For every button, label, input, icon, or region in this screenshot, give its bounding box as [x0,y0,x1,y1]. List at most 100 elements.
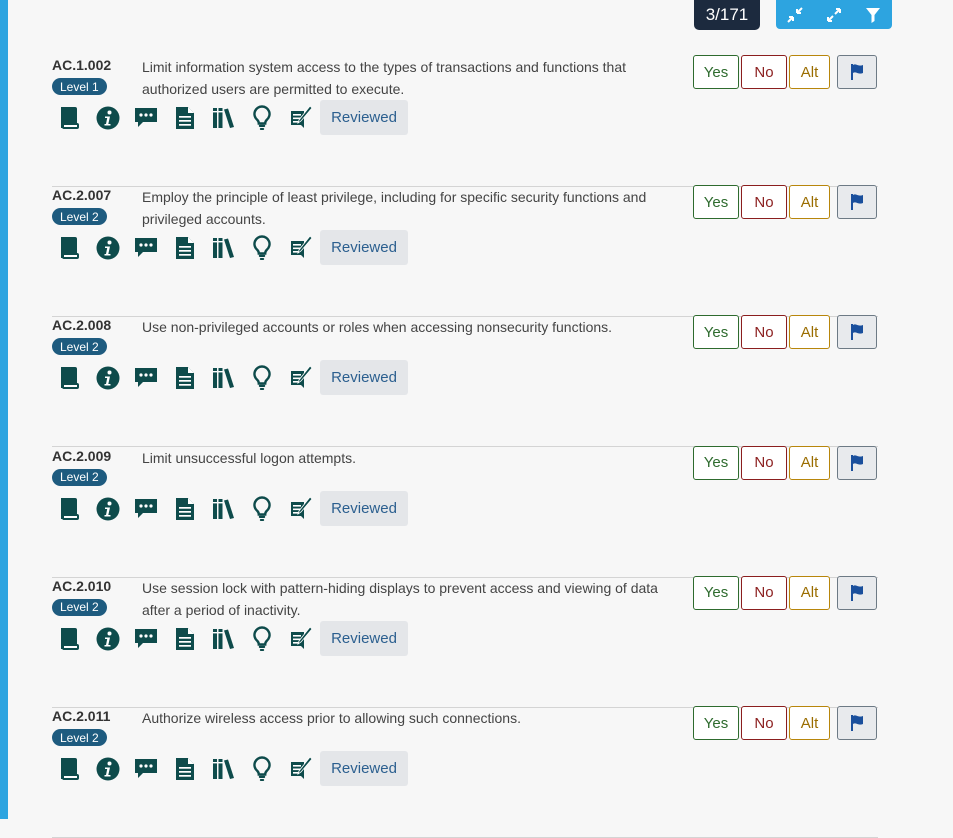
collapse-all-icon[interactable] [780,3,810,27]
flag-button[interactable] [837,706,877,740]
answer-group: Yes No Alt [693,575,830,610]
answer-group: Yes No Alt [693,706,830,740]
references-icon[interactable] [211,105,237,131]
reviewed-button[interactable]: Reviewed [320,490,408,526]
yes-button[interactable]: Yes [693,55,739,89]
info-icon[interactable] [95,235,121,261]
yes-button[interactable]: Yes [693,575,739,610]
toolbar-group [776,0,892,29]
lightbulb-icon[interactable] [249,365,275,391]
flag-icon [851,715,863,731]
no-button[interactable]: No [741,55,787,89]
info-icon[interactable] [95,105,121,131]
book-icon[interactable] [56,105,82,131]
flag-button[interactable] [837,185,877,220]
flag-icon [851,584,863,601]
book-icon[interactable] [56,235,82,261]
question-id: AC.1.002 [52,57,112,73]
notes-icon[interactable] [288,495,314,522]
question-icon-row [56,365,327,391]
flag-button[interactable] [837,575,877,610]
document-icon[interactable] [172,365,198,391]
references-icon[interactable] [211,756,237,782]
yes-button[interactable]: Yes [693,445,739,480]
answer-group: Yes No Alt [693,445,830,480]
lightbulb-icon[interactable] [249,626,275,652]
reviewed-button[interactable]: Reviewed [320,360,408,396]
reviewed-button[interactable]: Reviewed [320,751,408,786]
comments-icon[interactable] [133,235,159,261]
alt-button[interactable]: Alt [789,185,830,220]
lightbulb-icon[interactable] [249,235,275,261]
question-item: AC.2.009 Level 2 Limit unsuccessful logo… [52,445,878,578]
no-button[interactable]: No [741,315,787,350]
flag-icon [851,324,863,341]
references-icon[interactable] [211,365,237,391]
level-badge: Level 2 [52,208,107,226]
question-id: AC.2.008 [52,317,112,334]
question-item: AC.2.008 Level 2 Use non-privileged acco… [52,315,878,448]
question-text: Limit unsuccessful logon attempts. [142,449,356,466]
notes-icon[interactable] [288,235,314,261]
reviewed-button[interactable]: Reviewed [320,620,408,656]
comments-icon[interactable] [133,365,159,391]
references-icon[interactable] [211,235,237,261]
book-icon[interactable] [56,496,82,522]
notes-icon[interactable] [288,626,314,652]
alt-button[interactable]: Alt [789,575,830,610]
flag-button[interactable] [837,55,877,89]
book-icon[interactable] [56,365,82,391]
alt-button[interactable]: Alt [789,315,830,350]
info-icon[interactable] [95,365,121,391]
alt-button[interactable]: Alt [789,55,830,89]
lightbulb-icon[interactable] [249,756,275,782]
answer-group: Yes No Alt [693,55,830,89]
yes-button[interactable]: Yes [693,185,739,220]
flag-button[interactable] [837,315,877,350]
lightbulb-icon[interactable] [249,495,275,522]
comments-icon[interactable] [133,756,159,782]
alt-button[interactable]: Alt [789,445,830,480]
info-icon[interactable] [95,626,121,652]
flag-icon [851,454,863,471]
document-icon[interactable] [172,235,198,261]
question-item: AC.2.007 Level 2 Employ the principle of… [52,185,878,318]
question-item: AC.2.010 Level 2 Use session lock with p… [52,575,878,708]
info-icon[interactable] [95,496,121,522]
question-text: Employ the principle of least privilege,… [142,189,647,228]
answer-group: Yes No Alt [693,185,830,220]
question-text: Use session lock with pattern-hiding dis… [142,579,658,618]
document-icon[interactable] [172,756,198,782]
notes-icon[interactable] [288,365,314,391]
question-id: AC.2.010 [52,577,112,594]
comments-icon[interactable] [133,626,159,652]
answer-group: Yes No Alt [693,315,830,350]
document-icon[interactable] [172,496,198,522]
book-icon[interactable] [56,626,82,652]
notes-icon[interactable] [288,756,314,782]
document-icon[interactable] [172,105,198,131]
question-text: Authorize wireless access prior to allow… [142,710,521,726]
notes-icon[interactable] [288,105,314,131]
reviewed-button[interactable]: Reviewed [320,100,408,135]
filter-icon[interactable] [858,3,888,27]
expand-all-icon[interactable] [819,3,849,27]
comments-icon[interactable] [133,496,159,522]
document-icon[interactable] [172,626,198,652]
reviewed-button[interactable]: Reviewed [320,230,408,266]
yes-button[interactable]: Yes [693,315,739,350]
comments-icon[interactable] [133,105,159,131]
book-icon[interactable] [56,756,82,782]
no-button[interactable]: No [741,445,787,480]
references-icon[interactable] [211,626,237,652]
no-button[interactable]: No [741,706,787,740]
no-button[interactable]: No [741,185,787,220]
lightbulb-icon[interactable] [249,105,275,131]
alt-button[interactable]: Alt [789,706,830,740]
flag-button[interactable] [837,445,877,480]
references-icon[interactable] [211,496,237,522]
yes-button[interactable]: Yes [693,706,739,740]
level-badge: Level 2 [52,729,107,746]
info-icon[interactable] [95,756,121,782]
no-button[interactable]: No [741,575,787,610]
